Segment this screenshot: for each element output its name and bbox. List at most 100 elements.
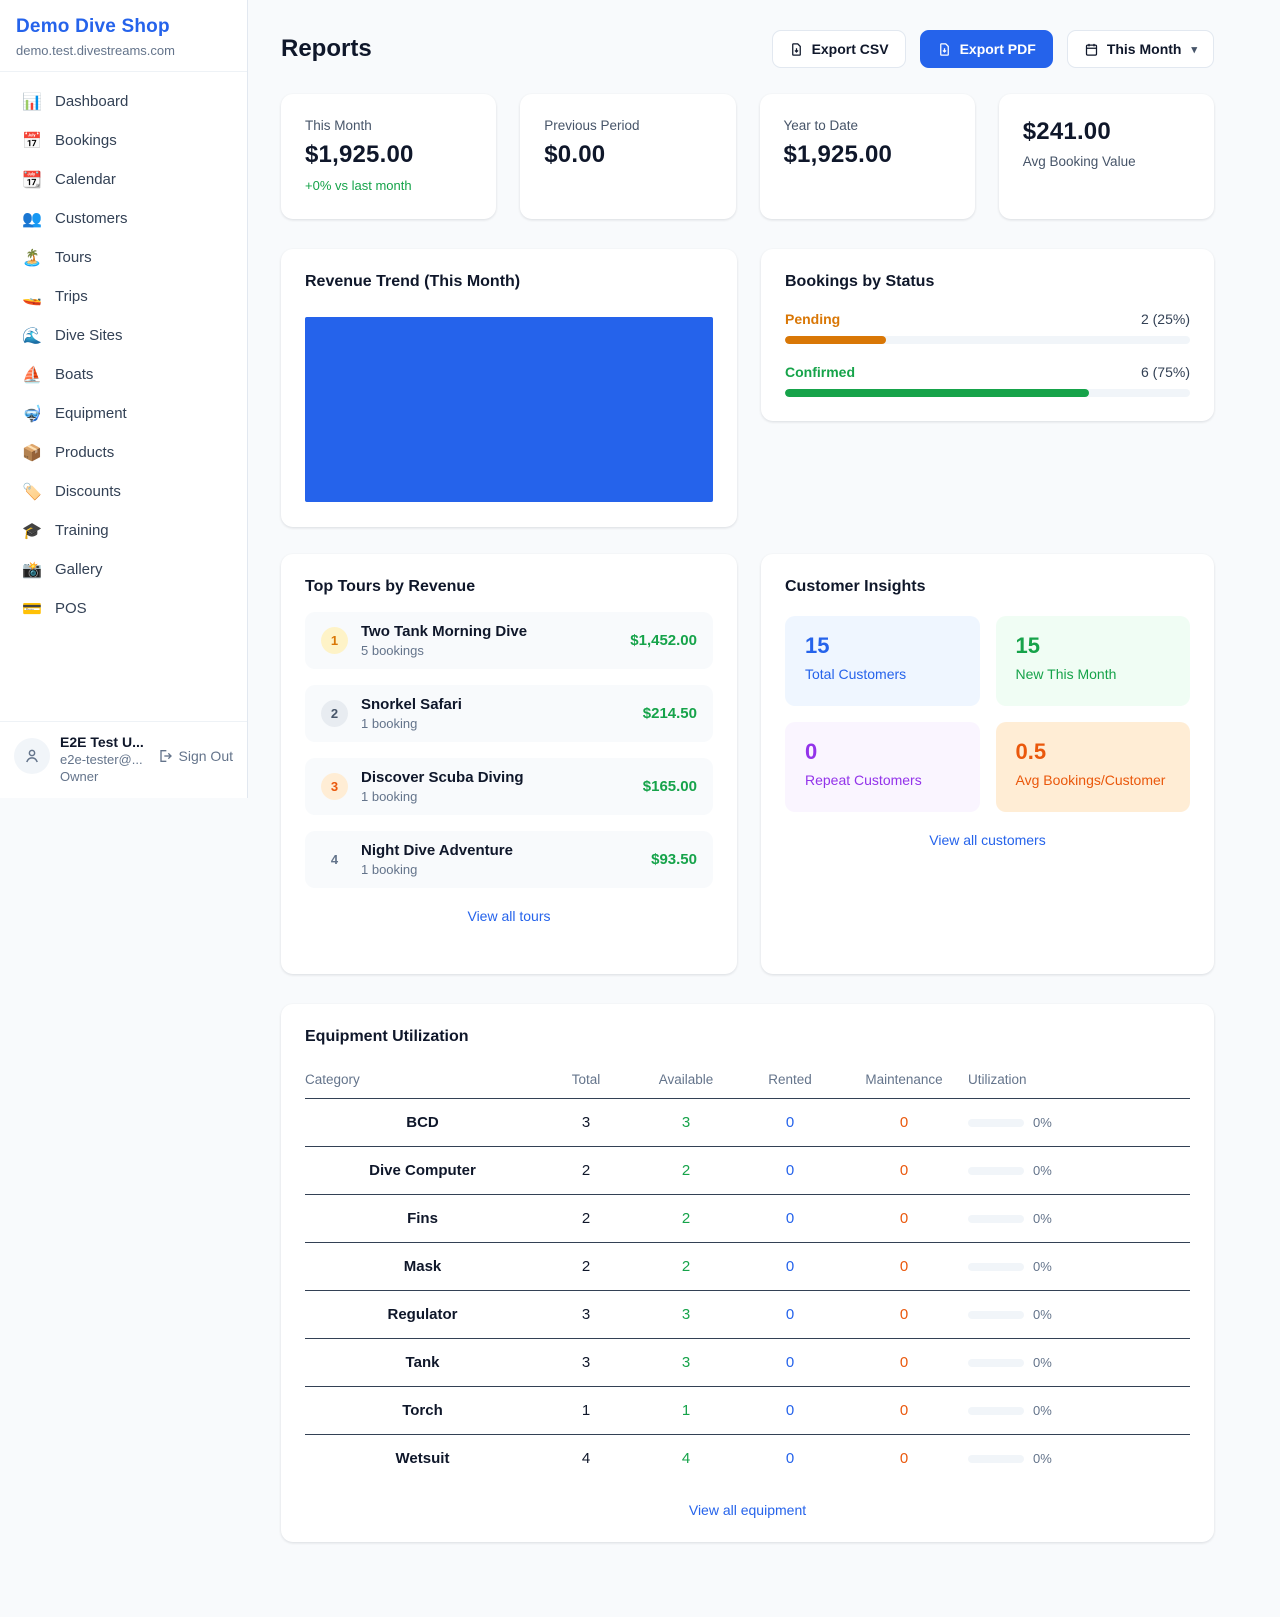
insight-label: Repeat Customers: [805, 772, 960, 788]
sidebar-item-customers[interactable]: 👥 Customers: [8, 199, 239, 238]
status-label-confirmed: Confirmed: [785, 364, 855, 380]
insight-label: New This Month: [1016, 666, 1171, 682]
tour-name: Two Tank Morning Dive: [361, 623, 527, 640]
sidebar-item-dive-sites[interactable]: 🌊 Dive Sites: [8, 316, 239, 355]
revenue-trend-chart: [305, 317, 713, 502]
export-csv-button[interactable]: Export CSV: [772, 30, 906, 68]
table-row: Dive Computer 2 2 0 0 0%: [305, 1147, 1190, 1195]
sidebar-item-label: Products: [55, 444, 114, 461]
customer-insights-card: Customer Insights 15 Total Customers 15 …: [761, 554, 1214, 974]
rank-badge: 4: [321, 846, 348, 873]
rank-badge: 2: [321, 700, 348, 727]
stat-value: $0.00: [544, 141, 711, 169]
sidebar-item-training[interactable]: 🎓 Training: [8, 511, 239, 550]
sidebar-item-equipment[interactable]: 🤿 Equipment: [8, 394, 239, 433]
sidebar-item-discounts[interactable]: 🏷️ Discounts: [8, 472, 239, 511]
period-dropdown[interactable]: This Month ▾: [1067, 30, 1214, 68]
sidebar-item-tours[interactable]: 🏝️ Tours: [8, 238, 239, 277]
equipment-utilization-title: Equipment Utilization: [305, 1028, 1190, 1046]
sidebar-item-products[interactable]: 📦 Products: [8, 433, 239, 472]
user-email: e2e-tester@...: [60, 752, 144, 767]
stat-delta: +0% vs last month: [305, 178, 472, 193]
tour-name: Night Dive Adventure: [361, 842, 513, 859]
camera-icon: 📸: [22, 560, 42, 579]
stat-card-previous-period: Previous Period $0.00: [520, 94, 735, 219]
view-all-customers-link[interactable]: View all customers: [785, 832, 1190, 848]
stat-value: $1,925.00: [305, 141, 472, 169]
credit-card-icon: 💳: [22, 599, 42, 618]
sidebar-item-trips[interactable]: 🚤 Trips: [8, 277, 239, 316]
tour-row[interactable]: 2 Snorkel Safari 1 booking $214.50: [305, 685, 713, 742]
col-category: Category: [305, 1064, 540, 1099]
tour-bookings: 1 booking: [361, 862, 513, 877]
stat-label: Previous Period: [544, 118, 711, 133]
avatar: [14, 738, 50, 774]
utilization-bar: [968, 1263, 1024, 1271]
brand-title[interactable]: Demo Dive Shop: [16, 16, 231, 38]
table-row: Wetsuit 4 4 0 0 0%: [305, 1435, 1190, 1483]
main-content: Reports Export CSV Export PDF This Month: [281, 0, 1214, 1617]
sidebar-item-dashboard[interactable]: 📊 Dashboard: [8, 82, 239, 121]
table-row: Fins 2 2 0 0 0%: [305, 1195, 1190, 1243]
page-header: Reports Export CSV Export PDF This Month: [281, 30, 1214, 68]
insight-value: 15: [1016, 633, 1171, 659]
tour-row[interactable]: 3 Discover Scuba Diving 1 booking $165.0…: [305, 758, 713, 815]
view-all-tours-link[interactable]: View all tours: [305, 908, 713, 924]
col-utilization: Utilization: [968, 1064, 1190, 1099]
sidebar-item-label: Customers: [55, 210, 128, 227]
tour-bookings: 1 booking: [361, 716, 462, 731]
bookings-by-status-card: Bookings by Status Pending 2 (25%) Confi…: [761, 249, 1214, 421]
file-download-icon: [789, 42, 804, 57]
tour-row[interactable]: 1 Two Tank Morning Dive 5 bookings $1,45…: [305, 612, 713, 669]
sidebar: Demo Dive Shop demo.test.divestreams.com…: [0, 0, 248, 798]
tour-revenue: $93.50: [651, 851, 697, 868]
sidebar-item-label: Discounts: [55, 483, 121, 500]
sign-out-button[interactable]: Sign Out: [157, 748, 233, 764]
sidebar-nav: 📊 Dashboard 📅 Bookings 📆 Calendar 👥 Cust…: [0, 72, 247, 628]
insight-tile-avg-bookings: 0.5 Avg Bookings/Customer: [996, 722, 1191, 812]
stat-label: Avg Booking Value: [1023, 154, 1190, 169]
calendar-date-icon: 📅: [22, 131, 42, 150]
tour-name: Snorkel Safari: [361, 696, 462, 713]
equipment-utilization-card: Equipment Utilization Category Total Ava…: [281, 1004, 1214, 1542]
utilization-bar: [968, 1311, 1024, 1319]
top-tours-card: Top Tours by Revenue 1 Two Tank Morning …: [281, 554, 737, 974]
sidebar-item-label: Equipment: [55, 405, 127, 422]
stat-card-this-month: This Month $1,925.00 +0% vs last month: [281, 94, 496, 219]
insight-value: 15: [805, 633, 960, 659]
sailboat-icon: ⛵: [22, 365, 42, 384]
pending-progress-track: [785, 336, 1190, 344]
tour-revenue: $1,452.00: [630, 632, 697, 649]
stat-label: Year to Date: [784, 118, 951, 133]
utilization-bar: [968, 1119, 1024, 1127]
status-label-pending: Pending: [785, 311, 840, 327]
stat-label: This Month: [305, 118, 472, 133]
sidebar-item-label: Dashboard: [55, 93, 128, 110]
stat-value: $241.00: [1023, 118, 1190, 146]
tour-row[interactable]: 4 Night Dive Adventure 1 booking $93.50: [305, 831, 713, 888]
insight-tile-repeat-customers: 0 Repeat Customers: [785, 722, 980, 812]
revenue-trend-title: Revenue Trend (This Month): [305, 273, 713, 291]
sidebar-item-calendar[interactable]: 📆 Calendar: [8, 160, 239, 199]
sidebar-item-gallery[interactable]: 📸 Gallery: [8, 550, 239, 589]
brand-block: Demo Dive Shop demo.test.divestreams.com: [0, 0, 247, 72]
export-pdf-button[interactable]: Export PDF: [920, 30, 1053, 68]
col-maintenance: Maintenance: [840, 1064, 968, 1099]
utilization-bar: [968, 1167, 1024, 1175]
stat-card-year-to-date: Year to Date $1,925.00: [760, 94, 975, 219]
confirmed-progress-track: [785, 389, 1190, 397]
sidebar-item-boats[interactable]: ⛵ Boats: [8, 355, 239, 394]
table-row: Tank 3 3 0 0 0%: [305, 1339, 1190, 1387]
view-all-equipment-link[interactable]: View all equipment: [305, 1502, 1190, 1518]
insight-tile-new-this-month: 15 New This Month: [996, 616, 1191, 706]
insight-label: Total Customers: [805, 666, 960, 682]
tour-revenue: $214.50: [643, 705, 697, 722]
tour-bookings: 5 bookings: [361, 643, 527, 658]
sidebar-item-bookings[interactable]: 📅 Bookings: [8, 121, 239, 160]
revenue-trend-card: Revenue Trend (This Month): [281, 249, 737, 527]
sidebar-item-pos[interactable]: 💳 POS: [8, 589, 239, 628]
col-rented: Rented: [740, 1064, 840, 1099]
status-count-pending: 2 (25%): [1141, 311, 1190, 327]
rank-badge: 1: [321, 627, 348, 654]
table-row: BCD 3 3 0 0 0%: [305, 1099, 1190, 1147]
